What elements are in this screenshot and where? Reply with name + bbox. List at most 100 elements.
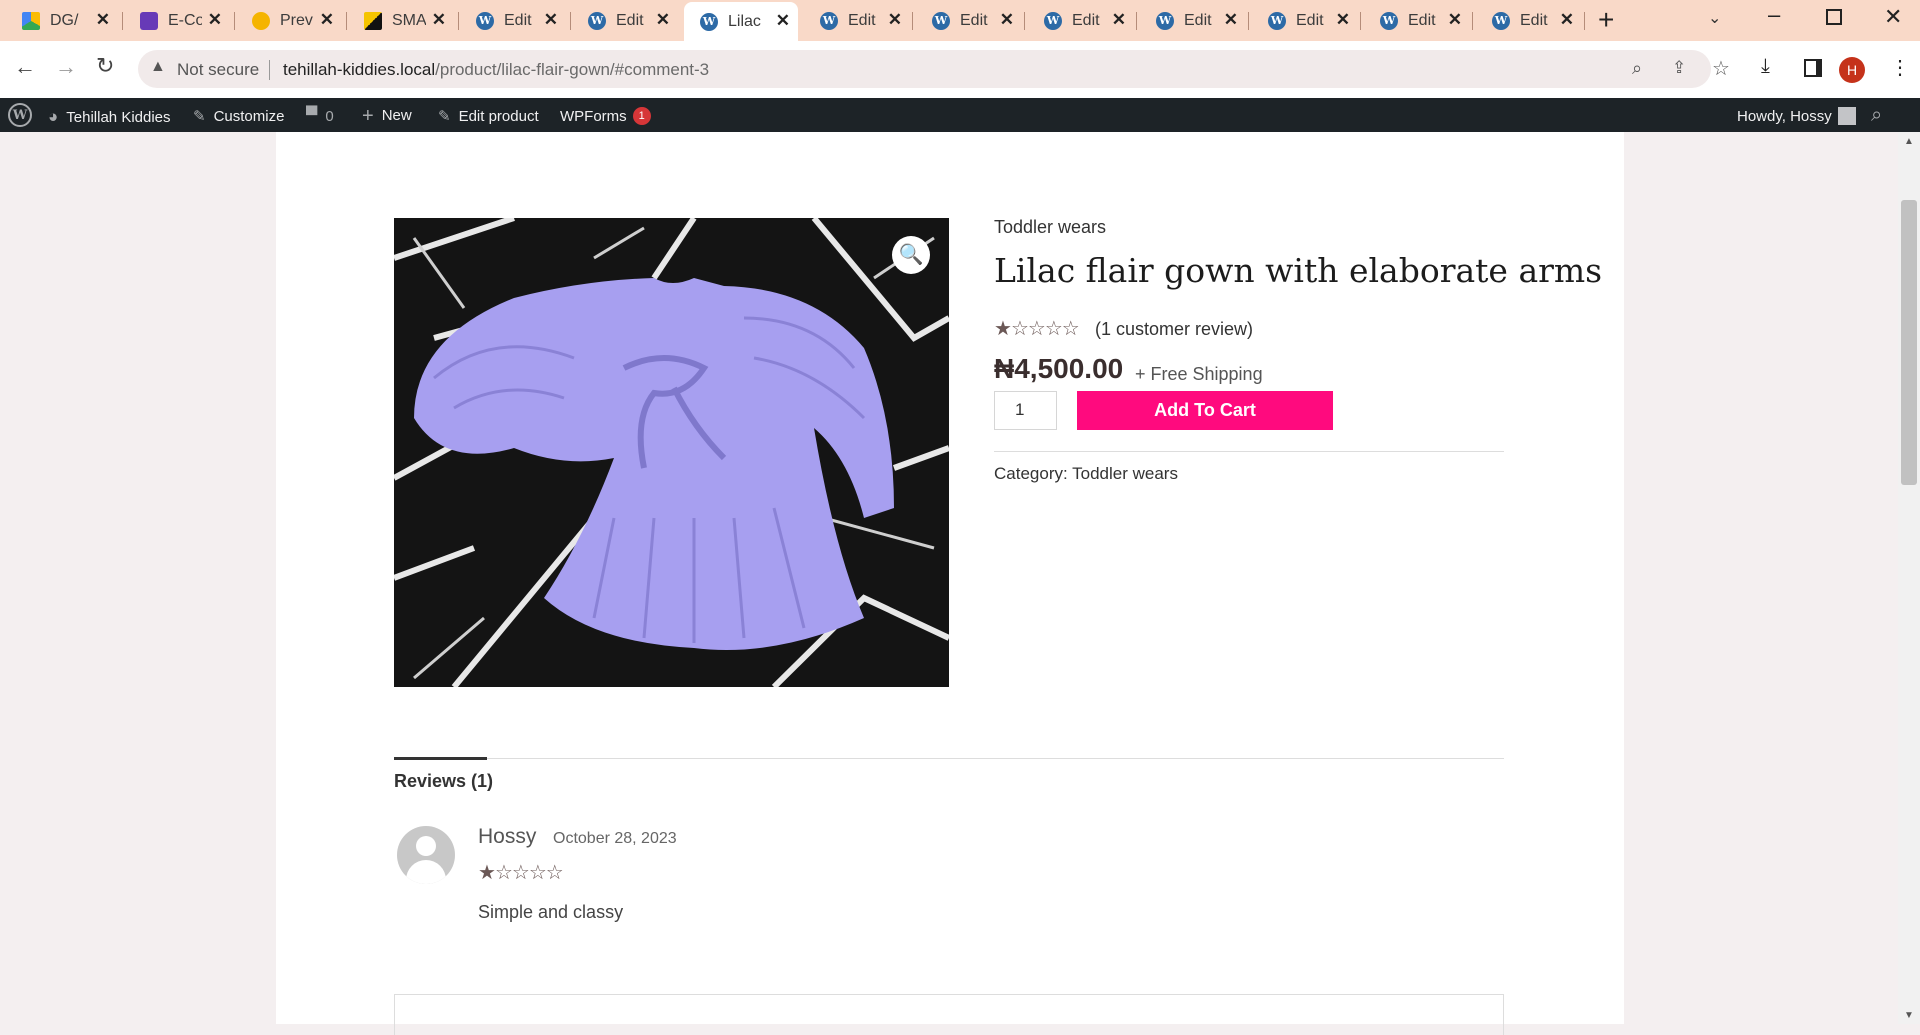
browser-tab[interactable]: DG/ ✕ bbox=[0, 6, 118, 35]
comment-bubble-icon: ▀ bbox=[306, 107, 318, 124]
restore-icon[interactable] bbox=[1826, 9, 1842, 25]
reload-icon[interactable]: ↻ bbox=[96, 53, 114, 79]
dress-photo bbox=[394, 218, 949, 687]
close-tab-icon[interactable]: ✕ bbox=[1224, 10, 1238, 30]
close-tab-icon[interactable]: ✕ bbox=[776, 11, 790, 31]
browser-tab-active[interactable]: W Lilac ✕ bbox=[684, 2, 798, 41]
warning-icon[interactable]: ▲ bbox=[150, 58, 166, 76]
close-tab-icon[interactable]: ✕ bbox=[320, 10, 334, 30]
wp-admin-bar: W ◕ Tehillah Kiddies ✎ Customize ▀ 0 + N… bbox=[0, 98, 1920, 132]
customize-label: Customize bbox=[213, 107, 285, 125]
close-tab-icon[interactable]: ✕ bbox=[656, 10, 670, 30]
comments-link[interactable]: ▀ 0 bbox=[306, 107, 334, 125]
star-empty-icon: ☆ bbox=[1061, 318, 1080, 340]
star-empty-icon: ☆ bbox=[528, 862, 547, 884]
wordpress-logo-icon[interactable]: W bbox=[8, 103, 32, 127]
product-title: Lilac flair gown with elaborate arms bbox=[994, 251, 1603, 290]
new-label: New bbox=[381, 107, 412, 124]
close-tab-icon[interactable]: ✕ bbox=[1448, 10, 1462, 30]
browser-tab[interactable]: W Edit ✕ bbox=[1358, 6, 1470, 35]
tab-search-chevron-icon[interactable]: ⌄ bbox=[1708, 8, 1721, 28]
wpforms-label: WPForms bbox=[560, 107, 627, 125]
browser-tab[interactable]: W Edit ✕ bbox=[454, 6, 566, 35]
wordpress-icon: W bbox=[1268, 11, 1286, 30]
close-tab-icon[interactable]: ✕ bbox=[1112, 10, 1126, 30]
browser-tab[interactable]: W Edit ✕ bbox=[910, 6, 1022, 35]
profile-avatar[interactable]: H bbox=[1839, 57, 1865, 83]
product-image[interactable]: 🔍 bbox=[394, 218, 949, 687]
back-icon[interactable]: ← bbox=[14, 54, 36, 80]
browser-tab[interactable]: SMA ✕ bbox=[342, 6, 454, 35]
new-content-link[interactable]: + New bbox=[362, 106, 412, 126]
minimize-icon[interactable]: – bbox=[1768, 2, 1780, 28]
brush-icon: ✎ bbox=[193, 108, 206, 125]
forward-icon[interactable]: → bbox=[55, 54, 77, 80]
scroll-up-icon[interactable]: ▲ bbox=[1904, 136, 1914, 147]
new-tab-icon[interactable]: + bbox=[1598, 4, 1614, 36]
scrollbar-thumb[interactable] bbox=[1901, 200, 1917, 485]
customize-link[interactable]: ✎ Customize bbox=[193, 107, 285, 126]
tab-reviews[interactable]: Reviews (1) bbox=[394, 771, 493, 792]
browser-tab[interactable]: W Edit ✕ bbox=[1022, 6, 1134, 35]
security-label[interactable]: Not secure bbox=[177, 60, 259, 80]
browser-tab[interactable]: E-Co ✕ bbox=[118, 6, 230, 35]
preview-icon bbox=[252, 11, 270, 30]
tabs-divider bbox=[394, 758, 1504, 759]
search-icon[interactable]: ⌕ bbox=[1871, 104, 1882, 127]
category-link[interactable]: Toddler wears bbox=[1072, 464, 1178, 483]
share-icon[interactable]: ⇪ bbox=[1672, 58, 1686, 78]
star-empty-icon: ☆ bbox=[494, 862, 513, 884]
site-name-link[interactable]: ◕ Tehillah Kiddies bbox=[48, 107, 171, 127]
wpforms-badge: 1 bbox=[632, 107, 651, 125]
close-window-icon[interactable]: ✕ bbox=[1884, 4, 1902, 30]
browser-menu-icon[interactable]: ⋮ bbox=[1890, 55, 1910, 80]
close-tab-icon[interactable]: ✕ bbox=[208, 10, 222, 30]
wordpress-icon: W bbox=[476, 11, 494, 30]
browser-tab[interactable]: W Edit ✕ bbox=[1246, 6, 1358, 35]
user-avatar bbox=[1837, 107, 1856, 125]
summary-divider bbox=[994, 451, 1504, 452]
review-date: October 28, 2023 bbox=[553, 830, 677, 847]
forms-icon bbox=[140, 11, 158, 30]
product-price: ₦4,500.00 bbox=[994, 353, 1124, 384]
browser-tab[interactable]: W Edit ✕ bbox=[1134, 6, 1246, 35]
google-drive-icon bbox=[22, 11, 40, 30]
download-icon[interactable]: ⤓ bbox=[1761, 55, 1770, 78]
url-text[interactable]: tehillah-kiddies.local/product/lilac-fla… bbox=[283, 60, 709, 80]
wordpress-icon: W bbox=[932, 11, 950, 30]
close-tab-icon[interactable]: ✕ bbox=[888, 10, 902, 30]
browser-tab[interactable]: Prev ✕ bbox=[230, 6, 342, 35]
close-tab-icon[interactable]: ✕ bbox=[96, 10, 110, 30]
close-tab-icon[interactable]: ✕ bbox=[544, 10, 558, 30]
wordpress-icon: W bbox=[700, 12, 718, 31]
my-account-link[interactable]: Howdy, Hossy bbox=[1737, 107, 1856, 125]
browser-tab[interactable]: W Edit ✕ bbox=[1470, 6, 1582, 35]
customer-review-link[interactable]: (1 customer review) bbox=[1095, 319, 1253, 340]
browser-tab[interactable]: W Edit ✕ bbox=[798, 6, 910, 35]
close-tab-icon[interactable]: ✕ bbox=[1336, 10, 1350, 30]
wordpress-icon: W bbox=[820, 11, 838, 30]
close-tab-icon[interactable]: ✕ bbox=[1560, 10, 1574, 30]
pencil-icon: ✎ bbox=[438, 108, 451, 125]
add-to-cart-button[interactable]: Add To Cart bbox=[1077, 391, 1333, 430]
shipping-note: + Free Shipping bbox=[1135, 364, 1263, 384]
zoom-magnifier-icon[interactable]: 🔍 bbox=[892, 236, 930, 274]
product-category-top[interactable]: Toddler wears bbox=[994, 217, 1106, 238]
quantity-input[interactable]: 1 bbox=[994, 391, 1057, 430]
star-empty-icon: ☆ bbox=[511, 862, 530, 884]
category-label: Category: bbox=[994, 464, 1068, 483]
omnibox-divider bbox=[269, 60, 270, 80]
browser-tab[interactable]: W Edit ✕ bbox=[566, 6, 678, 35]
star-empty-icon: ☆ bbox=[1044, 318, 1063, 340]
bookmark-star-icon[interactable]: ☆ bbox=[1712, 56, 1730, 81]
zoom-icon[interactable]: ⌕ bbox=[1632, 58, 1642, 79]
close-tab-icon[interactable]: ✕ bbox=[432, 10, 446, 30]
wpforms-link[interactable]: WPForms 1 bbox=[560, 107, 651, 125]
dashboard-icon: ◕ bbox=[48, 107, 59, 126]
scroll-down-icon[interactable]: ▼ bbox=[1904, 1010, 1914, 1021]
side-panel-icon[interactable] bbox=[1804, 59, 1822, 77]
star-empty-icon: ☆ bbox=[1010, 318, 1029, 340]
close-tab-icon[interactable]: ✕ bbox=[1000, 10, 1014, 30]
edit-product-link[interactable]: ✎ Edit product bbox=[438, 107, 539, 126]
star-filled-icon: ★ bbox=[994, 318, 1012, 340]
